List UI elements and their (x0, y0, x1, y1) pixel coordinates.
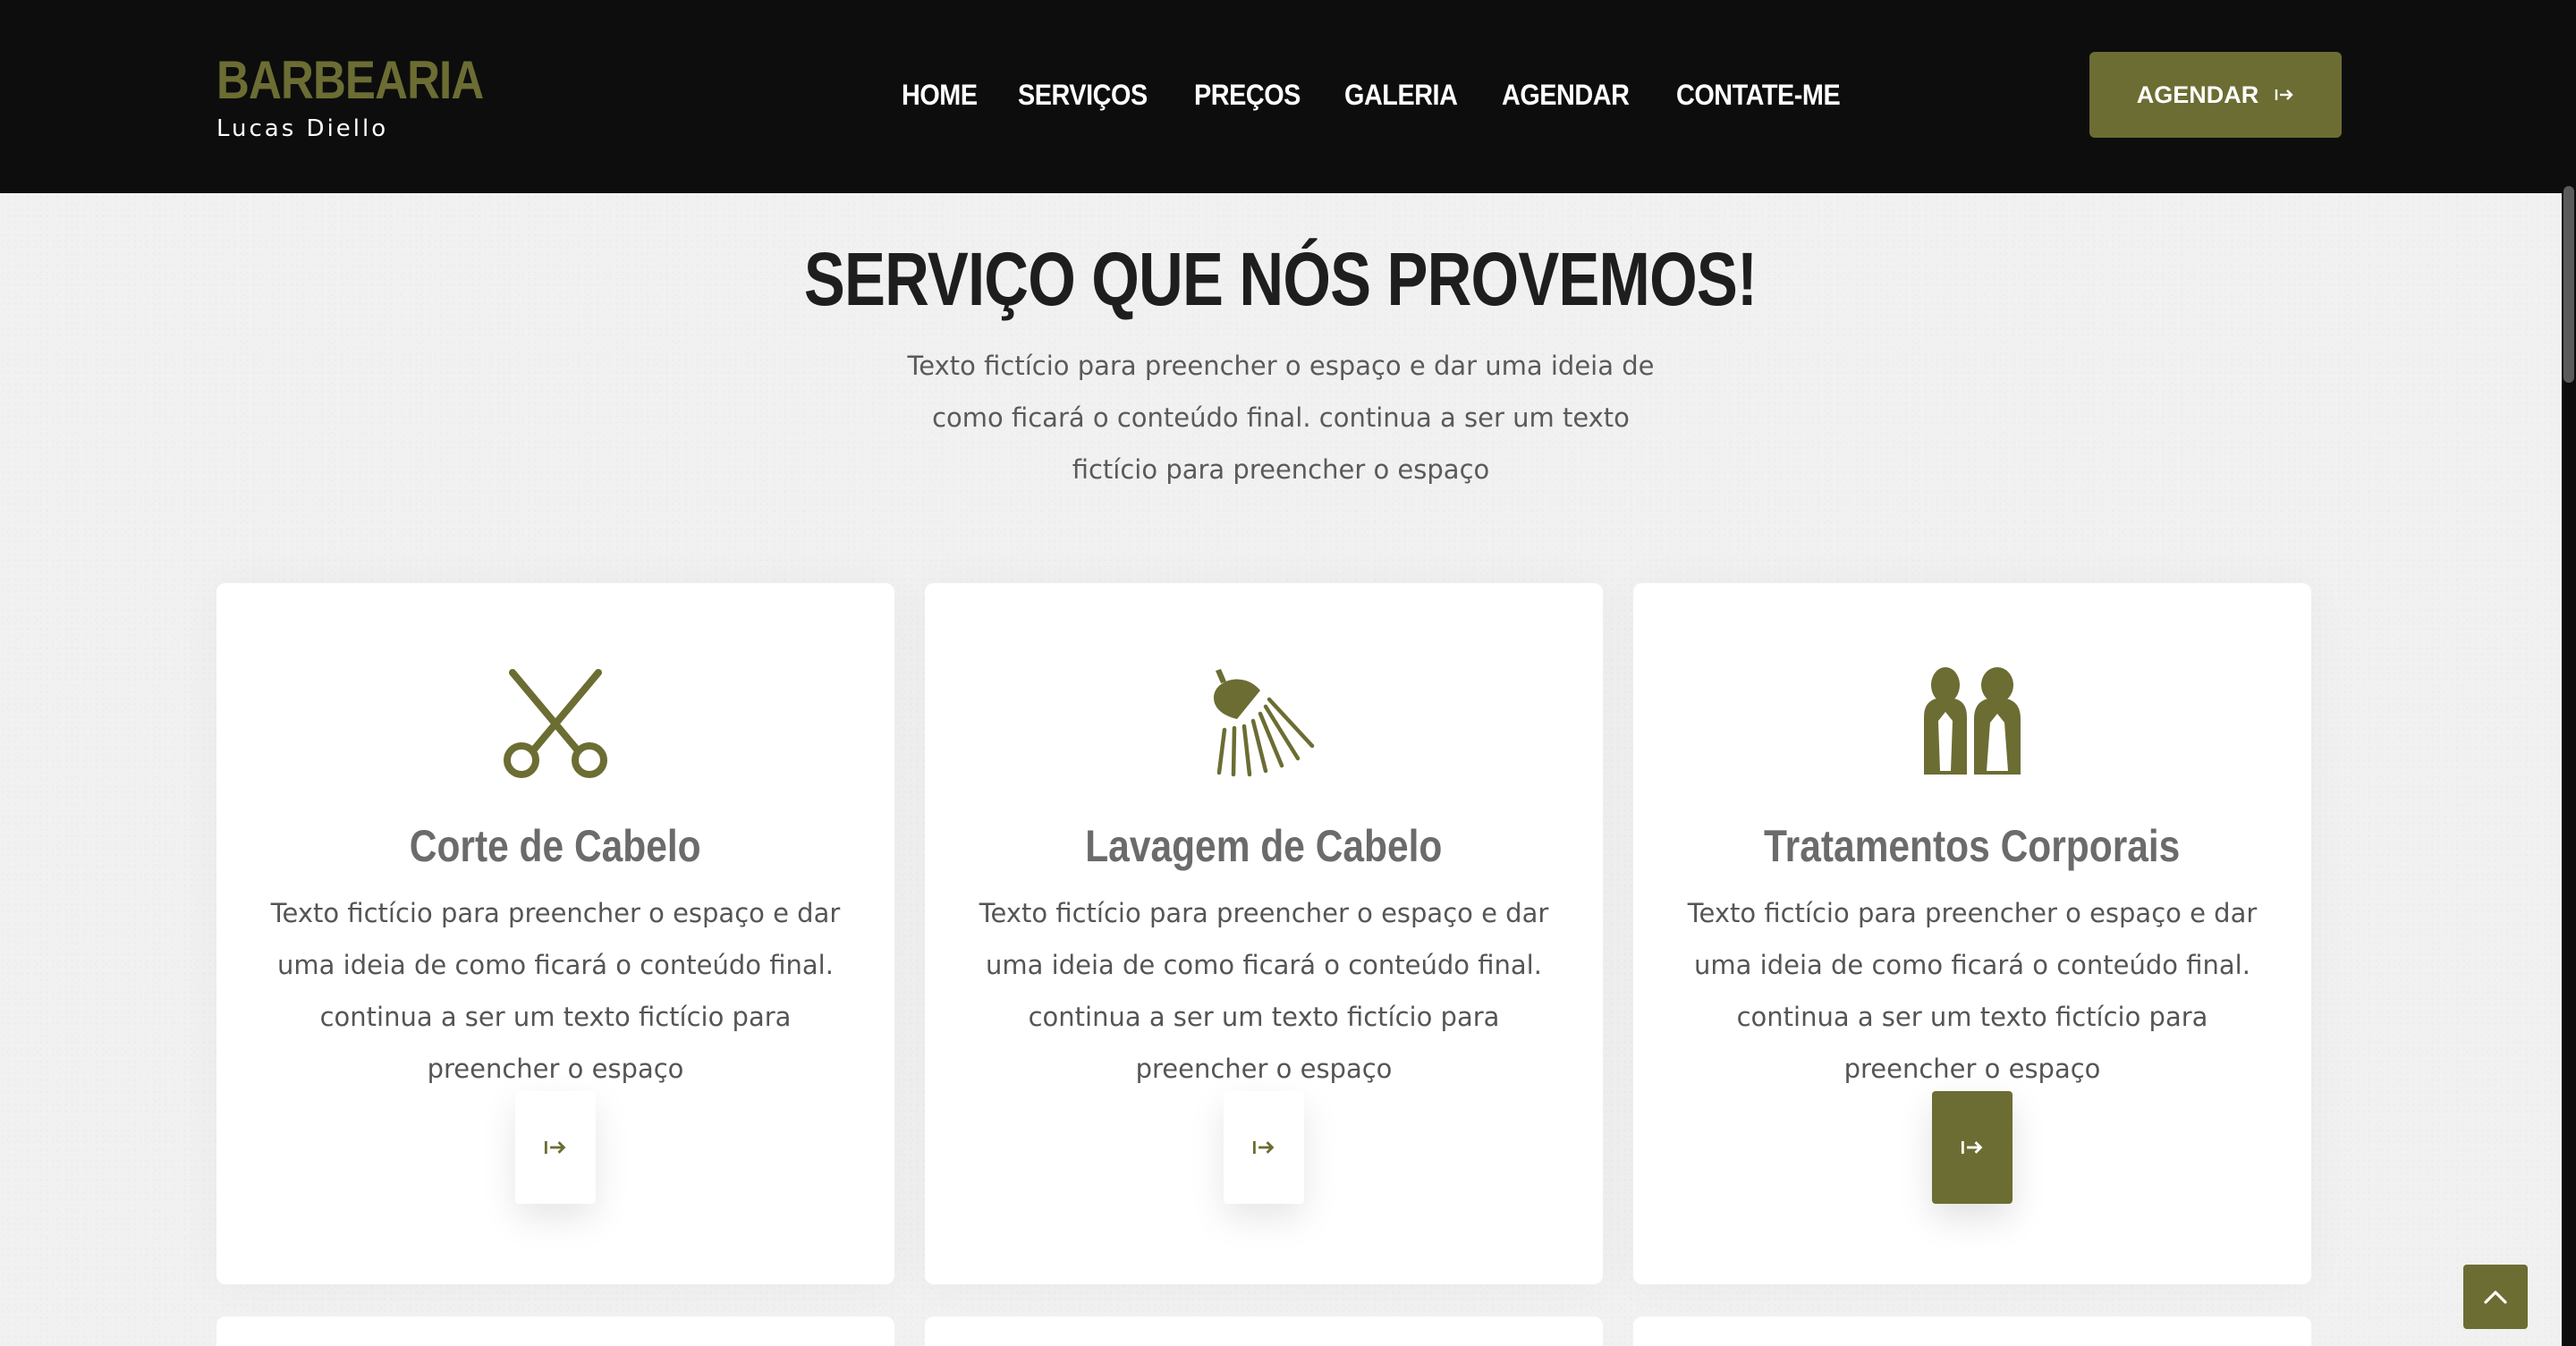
arrow-right-to-bar-icon (2275, 89, 2293, 100)
nav-item-servicos[interactable]: SERVIÇOS (1018, 75, 1148, 114)
schedule-button-label: AGENDAR (2136, 80, 2259, 108)
schedule-button[interactable]: AGENDAR (2089, 52, 2342, 138)
arrow-right-to-bar-icon (544, 1140, 566, 1155)
service-card-peek (216, 1316, 894, 1346)
arrow-right-to-bar-icon (1961, 1140, 1983, 1155)
service-description: Texto fictício para preencher o espaço e… (979, 898, 1549, 1084)
section-title: SERVIÇO QUE NÓS PROVEMOS! (804, 237, 1758, 321)
service-card-corte: Corte de Cabelo Texto fictício para pree… (216, 583, 894, 1284)
service-more-button[interactable] (1932, 1091, 2012, 1204)
chevron-up-icon (2484, 1291, 2507, 1304)
service-card-tratamentos: Tratamentos Corporais Texto fictício par… (1633, 583, 2311, 1284)
service-title: Corte de Cabelo (410, 821, 701, 871)
nav-item-contate-me[interactable]: CONTATE-ME (1676, 75, 1841, 114)
service-title: Lavagem de Cabelo (1085, 821, 1443, 871)
main-nav: HOME SERVIÇOS PREÇOS GALERIA AGENDAR CON… (902, 75, 1858, 114)
arrow-right-to-bar-icon (1252, 1140, 1275, 1155)
service-card-peek (1633, 1316, 2311, 1346)
nav-item-home[interactable]: HOME (902, 75, 978, 114)
body-treatment-icon (1924, 667, 2021, 775)
nav-item-agendar[interactable]: AGENDAR (1502, 75, 1630, 114)
service-more-button[interactable] (1224, 1091, 1304, 1204)
page-scrollbar-thumb[interactable] (2563, 186, 2574, 383)
nav-item-galeria[interactable]: GALERIA (1344, 75, 1458, 114)
brand-subtitle: Lucas Diello (216, 115, 389, 142)
service-card-peek (925, 1316, 1603, 1346)
service-title: Tratamentos Corporais (1764, 821, 2181, 871)
service-card-lavagem: Lavagem de Cabelo Texto fictício para pr… (925, 583, 1603, 1284)
service-description: Texto fictício para preencher o espaço e… (270, 898, 841, 1084)
site-header: BARBEARIA Lucas Diello HOME SERVIÇOS PRE… (0, 0, 2562, 193)
brand-logo[interactable]: BARBEARIA Lucas Diello (216, 48, 530, 145)
shower-icon (1214, 669, 1315, 777)
nav-item-precos[interactable]: PREÇOS (1194, 75, 1301, 114)
scissors-icon (504, 669, 607, 778)
scroll-to-top-button[interactable] (2463, 1265, 2528, 1329)
service-more-button[interactable] (515, 1091, 596, 1204)
service-description: Texto fictício para preencher o espaço e… (1687, 898, 2258, 1084)
section-description: Texto fictício para preencher o espaço e… (907, 351, 1655, 485)
brand-title: BARBEARIA (216, 50, 484, 110)
